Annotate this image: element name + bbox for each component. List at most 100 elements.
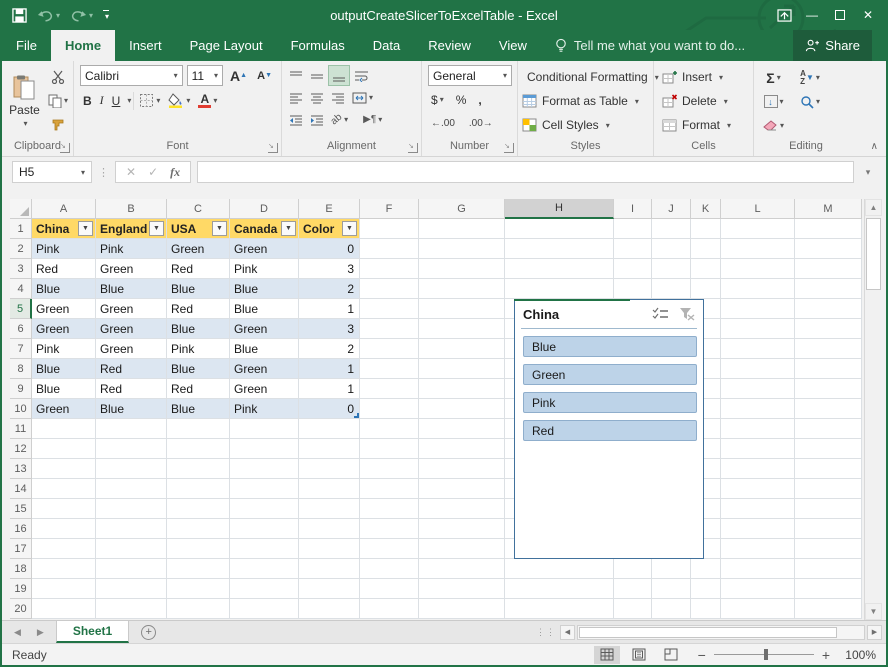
page-layout-view-button[interactable] — [626, 646, 652, 664]
column-header-L[interactable]: L — [721, 199, 795, 219]
row-header-15[interactable]: 15 — [10, 499, 32, 519]
column-header-H[interactable]: H — [505, 199, 614, 219]
cell-D10[interactable]: Pink — [230, 399, 299, 419]
cell-D15[interactable] — [230, 499, 299, 519]
cell-H4[interactable] — [505, 279, 614, 299]
enter-entry-button[interactable]: ✓ — [148, 165, 158, 179]
cell-D7[interactable]: Blue — [230, 339, 299, 359]
cell-L18[interactable] — [721, 559, 795, 579]
slicer-item-Green[interactable]: Green — [523, 364, 697, 385]
cell-C15[interactable] — [167, 499, 230, 519]
cell-L4[interactable] — [721, 279, 795, 299]
filter-button-Canada[interactable]: ▼ — [281, 221, 296, 236]
cell-A9[interactable]: Blue — [32, 379, 96, 399]
minimize-button[interactable]: — — [800, 4, 824, 26]
cell-J2[interactable] — [652, 239, 691, 259]
zoom-out-button[interactable]: − — [698, 647, 706, 663]
cell-D1[interactable]: Canada▼ — [230, 219, 299, 239]
cell-D19[interactable] — [230, 579, 299, 599]
cell-M9[interactable] — [795, 379, 862, 399]
select-all-button[interactable] — [10, 199, 32, 219]
bold-button[interactable]: B — [80, 90, 95, 111]
cell-L1[interactable] — [721, 219, 795, 239]
conditional-formatting-button[interactable]: Conditional Formatting▾ — [522, 65, 649, 89]
cell-B11[interactable] — [96, 419, 167, 439]
row-header-5[interactable]: 5 — [10, 299, 32, 319]
cell-G8[interactable] — [419, 359, 505, 379]
cell-B7[interactable]: Green — [96, 339, 167, 359]
cell-F13[interactable] — [360, 459, 419, 479]
cell-M15[interactable] — [795, 499, 862, 519]
slicer-multiselect-icon[interactable] — [652, 307, 669, 321]
cell-B10[interactable]: Blue — [96, 399, 167, 419]
row-header-8[interactable]: 8 — [10, 359, 32, 379]
cell-G17[interactable] — [419, 539, 505, 559]
cell-A8[interactable]: Blue — [32, 359, 96, 379]
fill-color-button[interactable]: ▾ — [165, 90, 193, 111]
cell-A7[interactable]: Pink — [32, 339, 96, 359]
cell-G16[interactable] — [419, 519, 505, 539]
cell-F12[interactable] — [360, 439, 419, 459]
cell-A4[interactable]: Blue — [32, 279, 96, 299]
tab-formulas[interactable]: Formulas — [277, 30, 359, 61]
cell-E1[interactable]: Color▼ — [299, 219, 360, 239]
cell-F11[interactable] — [360, 419, 419, 439]
tab-page-layout[interactable]: Page Layout — [176, 30, 277, 61]
cell-L10[interactable] — [721, 399, 795, 419]
cell-B12[interactable] — [96, 439, 167, 459]
bottom-align-button[interactable] — [328, 65, 350, 86]
row-header-7[interactable]: 7 — [10, 339, 32, 359]
zoom-slider-thumb[interactable] — [764, 649, 768, 660]
share-button[interactable]: Share — [793, 30, 872, 61]
cell-E18[interactable] — [299, 559, 360, 579]
row-header-11[interactable]: 11 — [10, 419, 32, 439]
cell-B8[interactable]: Red — [96, 359, 167, 379]
column-header-A[interactable]: A — [32, 199, 96, 219]
cell-F18[interactable] — [360, 559, 419, 579]
cell-I2[interactable] — [614, 239, 652, 259]
undo-button[interactable]: ▾ — [37, 9, 60, 22]
cell-C4[interactable]: Blue — [167, 279, 230, 299]
slicer-clear-filter-icon[interactable] — [679, 307, 695, 321]
next-sheet-button[interactable]: ▶ — [37, 627, 44, 638]
cell-B19[interactable] — [96, 579, 167, 599]
cell-E11[interactable] — [299, 419, 360, 439]
cell-B2[interactable]: Pink — [96, 239, 167, 259]
underline-button[interactable]: U — [109, 90, 124, 111]
cell-F5[interactable] — [360, 299, 419, 319]
number-dialog-launcher[interactable]: ↘ — [504, 143, 514, 153]
slicer-item-Pink[interactable]: Pink — [523, 392, 697, 413]
cell-G15[interactable] — [419, 499, 505, 519]
sheet-tab-sheet1[interactable]: Sheet1 — [56, 621, 129, 643]
cell-E9[interactable]: 1 — [299, 379, 360, 399]
cell-M16[interactable] — [795, 519, 862, 539]
find-select-button[interactable]: ▾ — [797, 91, 823, 112]
cell-M20[interactable] — [795, 599, 862, 619]
format-as-table-button[interactable]: Format as Table▾ — [522, 89, 649, 113]
cell-A3[interactable]: Red — [32, 259, 96, 279]
horizontal-scrollbar[interactable]: ◀ ▶ — [556, 621, 886, 643]
tab-file[interactable]: File — [2, 30, 51, 61]
cell-C13[interactable] — [167, 459, 230, 479]
scroll-right-button[interactable]: ▶ — [867, 625, 882, 640]
normal-view-button[interactable] — [594, 646, 620, 664]
cell-J4[interactable] — [652, 279, 691, 299]
cell-K20[interactable] — [691, 599, 721, 619]
cell-J3[interactable] — [652, 259, 691, 279]
delete-cells-button[interactable]: Delete▾ — [662, 89, 745, 113]
cell-L8[interactable] — [721, 359, 795, 379]
cell-I18[interactable] — [614, 559, 652, 579]
cell-F19[interactable] — [360, 579, 419, 599]
cell-E5[interactable]: 1 — [299, 299, 360, 319]
save-button[interactable] — [12, 8, 27, 23]
cell-J20[interactable] — [652, 599, 691, 619]
cell-E12[interactable] — [299, 439, 360, 459]
row-header-4[interactable]: 4 — [10, 279, 32, 299]
cell-G5[interactable] — [419, 299, 505, 319]
cell-G3[interactable] — [419, 259, 505, 279]
clear-button[interactable]: ▾ — [760, 115, 787, 136]
row-header-13[interactable]: 13 — [10, 459, 32, 479]
cell-I19[interactable] — [614, 579, 652, 599]
cell-G13[interactable] — [419, 459, 505, 479]
cell-L3[interactable] — [721, 259, 795, 279]
